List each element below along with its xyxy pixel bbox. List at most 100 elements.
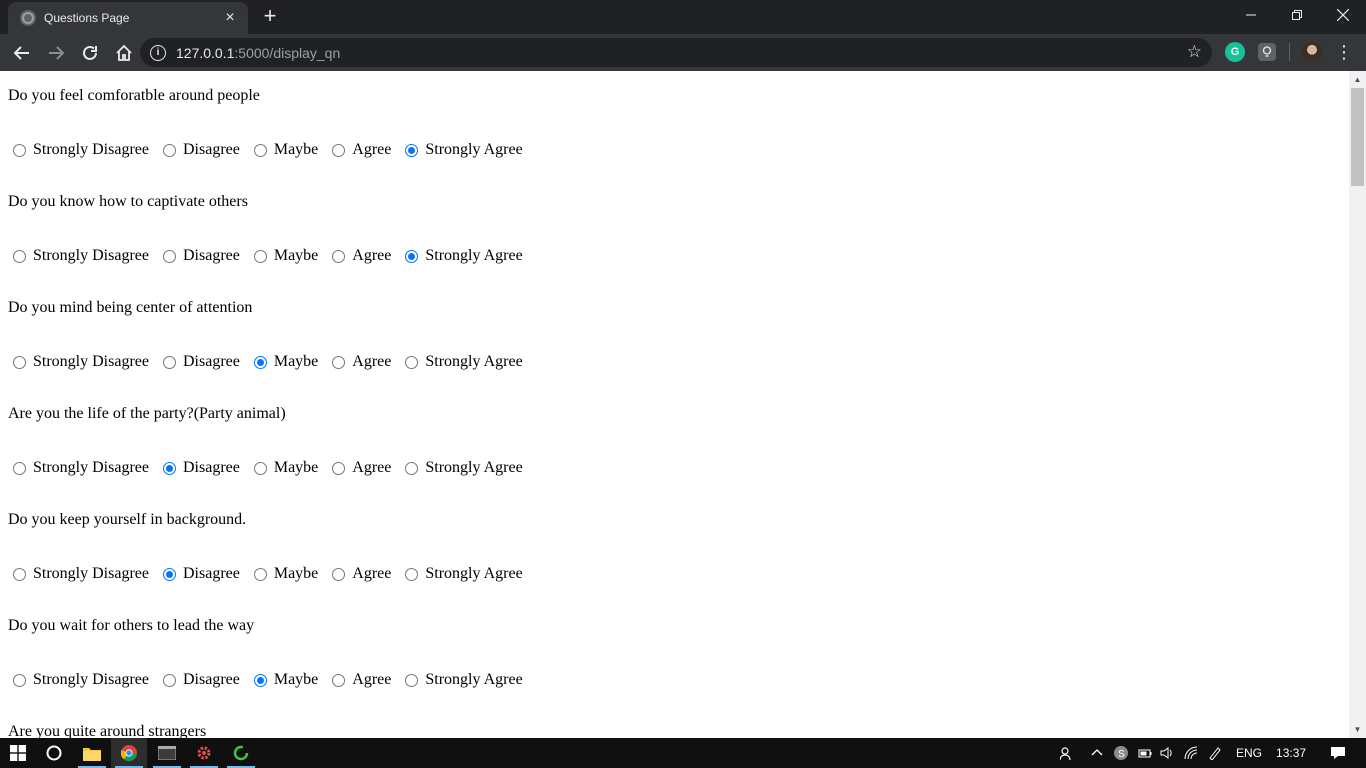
answer-option[interactable]: Strongly Agree xyxy=(400,353,523,371)
tab-close-icon[interactable]: × xyxy=(222,10,238,26)
battery-icon[interactable] xyxy=(1138,746,1152,760)
reload-button[interactable] xyxy=(74,37,106,69)
scroll-up-arrow-icon[interactable]: ▲ xyxy=(1349,71,1366,88)
radio-button[interactable] xyxy=(405,143,419,157)
answer-option[interactable]: Strongly Disagree xyxy=(8,671,149,689)
answer-option[interactable]: Strongly Agree xyxy=(400,247,523,265)
radio-button[interactable] xyxy=(405,567,419,581)
language-indicator[interactable]: ENG xyxy=(1236,746,1262,760)
answer-option[interactable]: Maybe xyxy=(249,247,318,265)
radio-button[interactable] xyxy=(332,355,346,369)
answer-option[interactable]: Strongly Disagree xyxy=(8,247,149,265)
tab-questions-page[interactable]: Questions Page × xyxy=(8,2,248,34)
answer-option[interactable]: Disagree xyxy=(158,247,240,265)
notification-center-icon[interactable] xyxy=(1330,745,1346,761)
close-window-button[interactable] xyxy=(1320,0,1366,30)
answer-option[interactable]: Maybe xyxy=(249,353,318,371)
radio-button[interactable] xyxy=(405,355,419,369)
radio-button[interactable] xyxy=(162,673,176,687)
scroll-down-arrow-icon[interactable]: ▼ xyxy=(1349,721,1366,738)
answer-option[interactable]: Strongly Agree xyxy=(400,459,523,477)
answer-option[interactable]: Strongly Disagree xyxy=(8,353,149,371)
radio-button[interactable] xyxy=(13,249,26,263)
question-text: Are you the life of the party?(Party ani… xyxy=(8,405,286,422)
radio-button[interactable] xyxy=(253,673,267,687)
answer-option[interactable]: Strongly Agree xyxy=(400,141,523,159)
radio-button[interactable] xyxy=(162,143,176,157)
answer-option[interactable]: Agree xyxy=(327,671,391,689)
radio-button[interactable] xyxy=(162,249,176,263)
answer-option[interactable]: Maybe xyxy=(249,565,318,583)
volume-icon[interactable] xyxy=(1160,746,1174,760)
answer-option[interactable]: Agree xyxy=(327,247,391,265)
answer-option[interactable]: Agree xyxy=(327,141,391,159)
grammarly-extension-icon[interactable]: G xyxy=(1225,42,1245,62)
vertical-scrollbar[interactable]: ▲ ▼ xyxy=(1349,71,1366,738)
forward-button[interactable] xyxy=(40,37,72,69)
radio-button[interactable] xyxy=(162,567,176,581)
radio-button[interactable] xyxy=(405,249,419,263)
people-icon[interactable] xyxy=(1060,746,1074,760)
restore-button[interactable] xyxy=(1274,0,1320,30)
scrollbar-thumb[interactable] xyxy=(1351,88,1364,186)
answer-option[interactable]: Maybe xyxy=(249,141,318,159)
answer-option[interactable]: Agree xyxy=(327,353,391,371)
loading-app-icon[interactable] xyxy=(223,738,259,768)
radio-button[interactable] xyxy=(13,143,26,157)
file-explorer-icon[interactable] xyxy=(74,738,110,768)
answer-option[interactable]: Maybe xyxy=(249,459,318,477)
answer-option[interactable]: Maybe xyxy=(249,671,318,689)
radio-button[interactable] xyxy=(253,461,267,475)
windows-start-icon[interactable] xyxy=(0,738,36,768)
app-gear-icon[interactable] xyxy=(186,738,222,768)
extension-bulb-icon[interactable] xyxy=(1258,43,1276,61)
back-button[interactable] xyxy=(6,37,38,69)
radio-button[interactable] xyxy=(162,461,176,475)
radio-button[interactable] xyxy=(332,143,346,157)
windows-taskbar: S ENG 13:37 xyxy=(0,738,1366,768)
answer-option[interactable]: Strongly Disagree xyxy=(8,141,149,159)
radio-button[interactable] xyxy=(332,673,346,687)
radio-button[interactable] xyxy=(253,567,267,581)
answer-option[interactable]: Disagree xyxy=(158,565,240,583)
radio-button[interactable] xyxy=(332,461,346,475)
radio-button[interactable] xyxy=(13,567,26,581)
radio-button[interactable] xyxy=(405,673,419,687)
radio-button[interactable] xyxy=(13,673,26,687)
address-bar[interactable]: i 127.0.0.1:5000/display_qn ☆ xyxy=(140,38,1212,67)
minimize-button[interactable] xyxy=(1228,0,1274,30)
radio-button[interactable] xyxy=(162,355,176,369)
skype-icon[interactable]: S xyxy=(1114,746,1128,760)
answer-option[interactable]: Disagree xyxy=(158,353,240,371)
radio-button[interactable] xyxy=(405,461,419,475)
browser-menu-icon[interactable]: ⋮ xyxy=(1334,40,1354,64)
radio-button[interactable] xyxy=(13,461,26,475)
terminal-icon[interactable] xyxy=(149,738,185,768)
pen-icon[interactable] xyxy=(1208,746,1222,760)
answer-option[interactable]: Disagree xyxy=(158,459,240,477)
radio-button[interactable] xyxy=(332,567,346,581)
radio-button[interactable] xyxy=(253,249,267,263)
chevron-up-icon[interactable] xyxy=(1090,746,1104,760)
answer-option[interactable]: Strongly Agree xyxy=(400,671,523,689)
radio-button[interactable] xyxy=(332,249,346,263)
answer-option[interactable]: Agree xyxy=(327,459,391,477)
answer-option[interactable]: Disagree xyxy=(158,671,240,689)
answer-option[interactable]: Strongly Disagree xyxy=(8,459,149,477)
radio-button[interactable] xyxy=(253,143,267,157)
wifi-icon[interactable] xyxy=(1184,746,1198,760)
profile-avatar[interactable] xyxy=(1301,41,1323,63)
answer-option[interactable]: Agree xyxy=(327,565,391,583)
clock[interactable]: 13:37 xyxy=(1276,746,1306,760)
cortana-search-icon[interactable] xyxy=(36,738,72,768)
answer-option[interactable]: Disagree xyxy=(158,141,240,159)
radio-button[interactable] xyxy=(13,355,26,369)
radio-button[interactable] xyxy=(253,355,267,369)
answer-option[interactable]: Strongly Agree xyxy=(400,565,523,583)
info-icon[interactable]: i xyxy=(150,44,166,61)
chrome-taskbar-icon[interactable] xyxy=(111,738,147,768)
home-button[interactable] xyxy=(108,37,140,69)
bookmark-star-icon[interactable]: ☆ xyxy=(1187,43,1202,61)
new-tab-button[interactable]: + xyxy=(258,5,282,29)
answer-option[interactable]: Strongly Disagree xyxy=(8,565,149,583)
